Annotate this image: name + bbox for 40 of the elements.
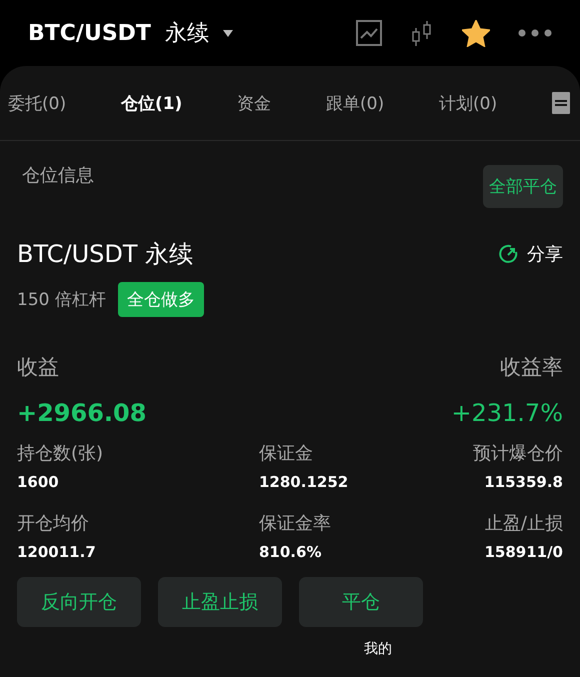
stat-label: 开仓均价	[17, 512, 89, 535]
line-chart-icon[interactable]	[356, 20, 382, 46]
more-icon[interactable]	[518, 29, 552, 37]
stat-value: 120011.7	[17, 543, 96, 561]
roe-label: 收益率	[500, 354, 563, 381]
dropdown-caret-icon[interactable]	[222, 30, 233, 36]
stat-value: 1600	[17, 473, 59, 491]
pair-title[interactable]: BTC/USDT	[28, 20, 151, 46]
stat-label: 止盈/止损	[484, 512, 563, 535]
roe-value: +231.7%	[451, 399, 563, 427]
stat-label: 持仓数(张)	[17, 442, 104, 465]
tab[interactable]: 资金	[237, 92, 272, 114]
stat-value: 158911/0	[484, 543, 563, 561]
tab[interactable]: 仓位(1)	[120, 92, 182, 114]
tab[interactable]: 跟单(0)	[326, 92, 384, 114]
pnl-label: 收益	[17, 354, 59, 381]
stat-label: 保证金率	[259, 512, 331, 535]
leverage-label: 150 倍杠杆	[17, 289, 106, 311]
stat-value: 810.6%	[259, 543, 322, 561]
contract-type[interactable]: 永续	[164, 18, 209, 48]
stat-value: 115359.8	[484, 473, 563, 491]
stat-value: 1280.1252	[259, 473, 348, 491]
star-icon[interactable]	[462, 20, 490, 46]
candlestick-icon[interactable]	[410, 20, 434, 46]
list-icon[interactable]	[552, 92, 570, 114]
share-button[interactable]: 分享	[499, 242, 563, 266]
section-title: 仓位信息	[22, 164, 94, 187]
share-icon	[499, 244, 519, 264]
close-all-button[interactable]: 全部平仓	[483, 165, 563, 208]
action-button[interactable]: 反向开仓	[17, 577, 141, 627]
pnl-value: +2966.08	[17, 399, 146, 427]
tab[interactable]: 计划(0)	[439, 92, 498, 114]
stat-label: 保证金	[259, 442, 313, 465]
tab[interactable]: 委托(0)	[8, 92, 66, 114]
stat-label: 预计爆仓价	[473, 442, 563, 465]
caption-text: 我的	[364, 640, 392, 658]
position-name: BTC/USDT 永续	[17, 239, 194, 270]
margin-mode-tag: 全仓做多	[118, 282, 204, 317]
action-button[interactable]: 平仓	[299, 577, 423, 627]
action-button[interactable]: 止盈止损	[158, 577, 282, 627]
